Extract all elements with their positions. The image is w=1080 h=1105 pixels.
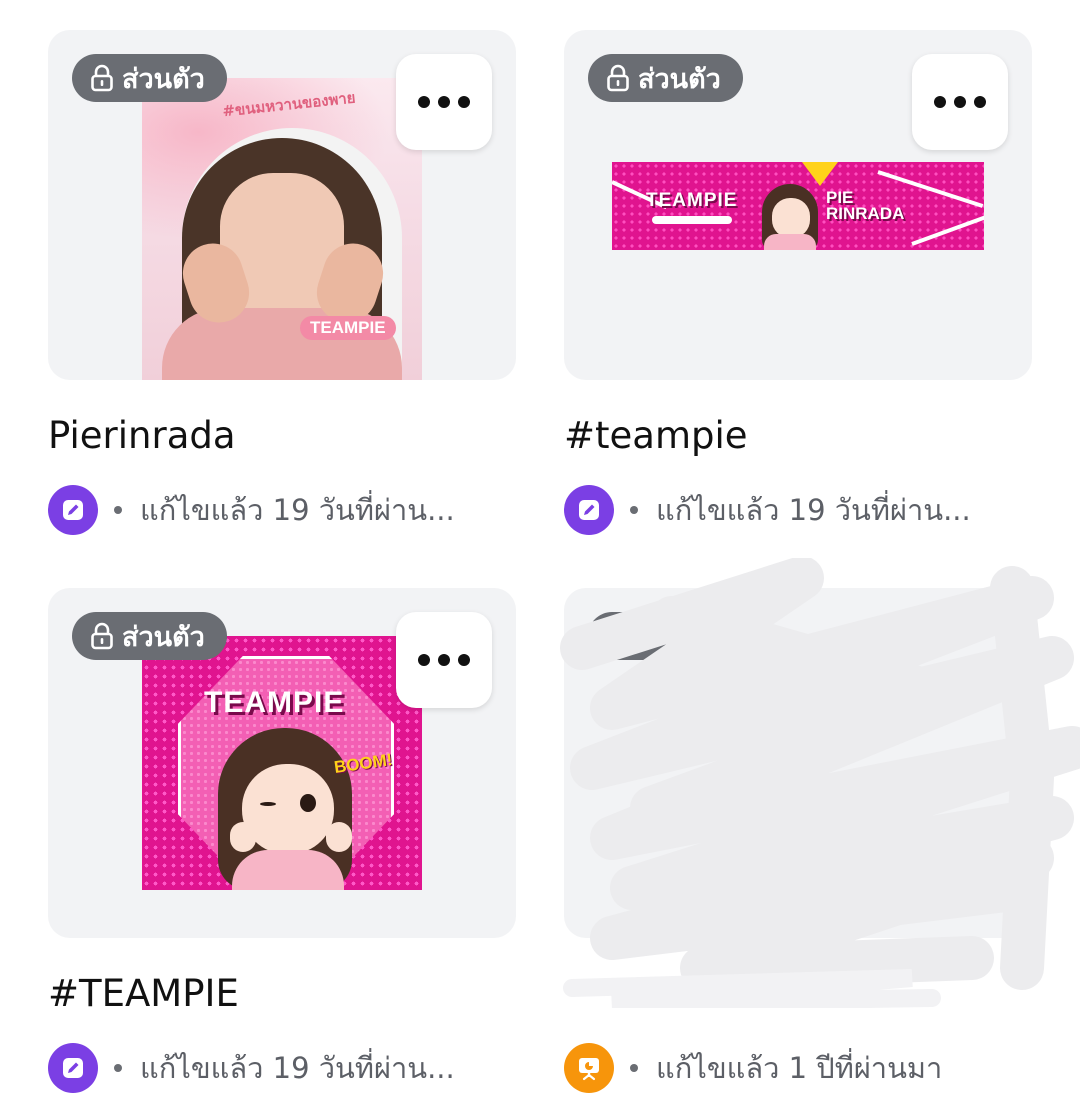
banner-name: PIE RINRADA — [826, 188, 905, 223]
private-label: ส่วนตัว — [122, 621, 205, 653]
design-preview-poster: TEAMPIE BOOM! — [142, 636, 422, 890]
more-dot-icon — [418, 96, 430, 108]
more-dot-icon — [934, 96, 946, 108]
design-meta: แก้ไขแล้ว 19 วันที่ผ่าน... — [48, 1042, 455, 1094]
edited-time: แก้ไขแล้ว 19 วันที่ผ่าน... — [140, 1051, 455, 1085]
poster-headline: TEAMPIE — [204, 686, 345, 719]
separator-dot — [630, 506, 638, 514]
edit-icon — [564, 485, 614, 535]
edit-icon — [48, 1043, 98, 1093]
more-options-button[interactable] — [396, 612, 492, 708]
design-meta: แก้ไขแล้ว 19 วันที่ผ่าน... — [564, 484, 971, 536]
separator-dot — [114, 1064, 122, 1072]
design-preview-banner: TEAMPIE PIE RINRADA — [612, 162, 984, 250]
private-badge: ส่วนตัว — [72, 612, 227, 660]
lock-icon — [91, 622, 113, 650]
design-thumbnail[interactable]: ส่วนตัว TEAMPIE PIE RINRADA — [564, 30, 1032, 380]
private-label: ส่วนตัว — [122, 63, 205, 95]
more-dot-icon — [974, 96, 986, 108]
edited-time: แก้ไขแล้ว 1 ปีที่ผ่านมา — [656, 1051, 943, 1085]
design-meta: แก้ไขแล้ว 1 ปีที่ผ่านมา — [564, 1042, 942, 1094]
more-options-button[interactable] — [912, 54, 1008, 150]
design-title[interactable]: #teampie — [564, 414, 748, 457]
private-badge: ส่วนตัว — [72, 54, 227, 102]
more-dot-icon — [954, 96, 966, 108]
design-thumbnail[interactable]: ส่วนตัว TEAMPIE BOOM! — [48, 588, 516, 938]
more-dot-icon — [438, 654, 450, 666]
more-dot-icon — [458, 654, 470, 666]
private-label: ส่วนตัว — [638, 63, 721, 95]
design-meta: แก้ไขแล้ว 19 วันที่ผ่าน... — [48, 484, 455, 536]
photo-tag: TEAMPIE — [300, 316, 396, 340]
design-thumbnail[interactable]: ส่วนตัว #ขนมหวานของพาย TEAMPIE — [48, 30, 516, 380]
lock-icon — [607, 64, 629, 92]
edited-time: แก้ไขแล้ว 19 วันที่ผ่าน... — [656, 493, 971, 527]
more-dot-icon — [438, 96, 450, 108]
lock-icon — [91, 64, 113, 92]
redaction-scribble — [560, 558, 1080, 1008]
design-title[interactable]: #TEAMPIE — [48, 972, 239, 1015]
banner-headline: TEAMPIE — [646, 190, 738, 211]
design-title[interactable]: Pierinrada — [48, 414, 236, 457]
edited-time: แก้ไขแล้ว 19 วันที่ผ่าน... — [140, 493, 455, 527]
edit-icon — [48, 485, 98, 535]
more-dot-icon — [458, 96, 470, 108]
more-options-button[interactable] — [396, 54, 492, 150]
presentation-icon — [564, 1043, 614, 1093]
separator-dot — [630, 1064, 638, 1072]
design-grid: ส่วนตัว #ขนมหวานของพาย TEAMPIE Pierinrad… — [0, 0, 1080, 1105]
private-badge: ส่วนตัว — [588, 54, 743, 102]
more-dot-icon — [418, 654, 430, 666]
separator-dot — [114, 506, 122, 514]
design-preview-photo: #ขนมหวานของพาย TEAMPIE — [142, 78, 422, 380]
